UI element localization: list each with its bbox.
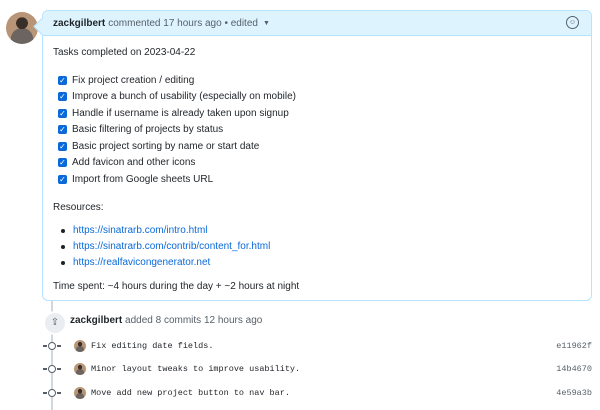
time-spent: Time spent: ~4 hours during the day + ~2…: [53, 280, 300, 292]
checkbox-checked[interactable]: ✓: [58, 125, 67, 135]
commit-icon: [43, 389, 61, 397]
comment-header: zackgilbert commented 17 hours ago • edi…: [43, 11, 591, 36]
task-item: ✓ Basic project sorting by name or start …: [53, 138, 581, 155]
edited-label[interactable]: • edited: [224, 18, 258, 29]
task-item: ✓ Improve a bunch of usability (especiall…: [53, 89, 581, 106]
task-label: Improve a bunch of usability (especially…: [72, 91, 296, 103]
commit-message[interactable]: Move add new project button to nav bar.: [91, 388, 556, 398]
push-icon: ⇪: [43, 311, 67, 335]
commit-icon: [43, 342, 61, 350]
commit-sha[interactable]: 14b4670: [556, 364, 592, 374]
checkbox-checked[interactable]: ✓: [58, 141, 67, 151]
resources-label: Resources:: [53, 201, 104, 213]
checkbox-checked[interactable]: ✓: [58, 174, 67, 184]
resource-link[interactable]: https://sinatrarb.com/intro.html: [73, 225, 208, 236]
commits-event: zackgilbert added 8 commits 12 hours ago: [70, 315, 262, 326]
task-item: ✓ Import from Google sheets URL: [53, 171, 581, 188]
comment-time[interactable]: commented 17 hours ago: [108, 18, 221, 29]
commit-row: Minor layout tweaks to improve usability…: [43, 362, 592, 376]
task-item: ✓ Fix project creation / editing: [53, 72, 581, 89]
commit-message[interactable]: Minor layout tweaks to improve usability…: [91, 364, 556, 374]
commit-avatar[interactable]: [74, 340, 86, 352]
chevron-down-icon[interactable]: ▼: [263, 20, 270, 27]
comment-author[interactable]: zackgilbert: [53, 18, 105, 29]
checkbox-checked[interactable]: ✓: [58, 108, 67, 118]
task-item: ✓ Handle if username is already taken upo…: [53, 105, 581, 122]
checkbox-checked[interactable]: ✓: [58, 75, 67, 85]
task-item: ✓ Add favicon and other icons: [53, 155, 581, 172]
checkbox-checked[interactable]: ✓: [58, 158, 67, 168]
task-label: Add favicon and other icons: [72, 157, 196, 169]
task-label: Basic filtering of projects by status: [72, 124, 224, 136]
resource-links: https://sinatrarb.com/intro.html https:/…: [53, 223, 581, 271]
commit-sha[interactable]: 4e59a3b: [556, 388, 592, 398]
comment-box: zackgilbert commented 17 hours ago • edi…: [42, 10, 592, 301]
task-label: Import from Google sheets URL: [72, 173, 214, 185]
resource-link[interactable]: https://sinatrarb.com/contrib/content_fo…: [73, 241, 270, 252]
commit-row: Move add new project button to nav bar. 4…: [43, 386, 592, 400]
commit-sha[interactable]: e11962f: [556, 341, 592, 351]
emoji-reaction-icon[interactable]: ☺: [566, 16, 579, 29]
event-author[interactable]: zackgilbert: [70, 315, 122, 326]
commit-avatar[interactable]: [74, 387, 86, 399]
task-label: Handle if username is already taken upon…: [72, 107, 289, 119]
author-avatar[interactable]: [6, 12, 38, 44]
commit-message[interactable]: Fix editing date fields.: [91, 341, 556, 351]
commit-icon: [43, 365, 61, 373]
checkbox-checked[interactable]: ✓: [58, 92, 67, 102]
task-list: ✓ Fix project creation / editing ✓ Improve…: [53, 72, 581, 188]
date-line: Tasks completed on 2023-04-22: [53, 47, 196, 58]
task-label: Fix project creation / editing: [72, 74, 195, 86]
commit-avatar[interactable]: [74, 363, 86, 375]
task-label: Basic project sorting by name or start d…: [72, 140, 260, 152]
resource-link[interactable]: https://realfavicongenerator.net: [73, 257, 210, 268]
event-text: added 8 commits 12 hours ago: [125, 315, 263, 326]
task-item: ✓ Basic filtering of projects by status: [53, 122, 581, 139]
commit-row: Fix editing date fields. e11962f: [43, 339, 592, 353]
